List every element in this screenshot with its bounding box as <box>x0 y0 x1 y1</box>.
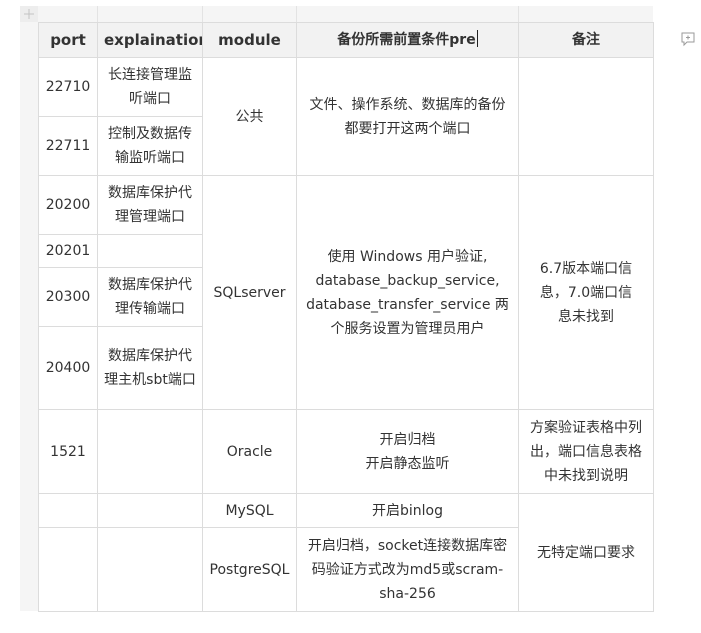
table-row: 22710 长连接管理监听端口 公共 文件、操作系统、数据库的备份都要打开这两个… <box>38 57 654 176</box>
cell-module-public[interactable]: 公共 <box>202 57 297 176</box>
cell-explaination[interactable] <box>97 234 203 268</box>
cell-port[interactable] <box>38 527 98 612</box>
cell-note-mysql-postgresql[interactable]: 无特定端口要求 <box>518 493 654 612</box>
document-page: port explaination module 备份所需前置条件pre 备注 … <box>0 0 701 633</box>
select-table-handle[interactable] <box>20 6 38 22</box>
cell-port[interactable]: 1521 <box>38 409 98 494</box>
table-row: MySQL 开启binlog 无特定端口要求 <box>38 493 654 612</box>
cell-explaination[interactable] <box>97 493 203 528</box>
cell-prereq-mysql[interactable]: 开启binlog <box>296 493 519 528</box>
header-prereq-text: 备份所需前置条件pre <box>337 32 476 48</box>
prereq-line: 开启归档 <box>379 431 436 448</box>
header-prereq[interactable]: 备份所需前置条件pre <box>296 22 519 58</box>
cell-port[interactable]: 22710 <box>38 57 98 117</box>
cell-port[interactable]: 22711 <box>38 116 98 176</box>
cell-port[interactable]: 20200 <box>38 175 98 235</box>
cell-module-sqlserver[interactable]: SQLserver <box>202 175 297 410</box>
cell-module-oracle[interactable]: Oracle <box>202 409 297 494</box>
cell-port[interactable]: 20400 <box>38 326 98 410</box>
table-row: 20200 数据库保护代理管理端口 SQLserver 使用 Windows 用… <box>38 175 654 410</box>
cell-explaination[interactable]: 长连接管理监听端口 <box>97 57 203 117</box>
prereq-line: 开启静态监听 <box>365 455 450 472</box>
header-port[interactable]: port <box>38 22 98 58</box>
cell-port[interactable] <box>38 493 98 528</box>
cell-module-mysql[interactable]: MySQL <box>202 493 297 528</box>
cell-explaination[interactable] <box>97 527 203 612</box>
cell-note-public[interactable] <box>518 57 654 176</box>
header-note[interactable]: 备注 <box>518 22 654 58</box>
cell-note-oracle[interactable]: 方案验证表格中列出，端口信息表格中未找到说明 <box>518 409 654 494</box>
cell-explaination[interactable]: 控制及数据传输监听端口 <box>97 116 203 176</box>
row-handle-bar[interactable] <box>20 22 38 611</box>
cell-prereq-sqlserver[interactable]: 使用 Windows 用户验证, database_backup_service… <box>296 175 519 410</box>
cell-explaination[interactable]: 数据库保护代理主机sbt端口 <box>97 326 203 410</box>
header-row: port explaination module 备份所需前置条件pre 备注 <box>38 22 654 58</box>
column-handle-bar[interactable] <box>38 6 653 22</box>
cell-prereq-public[interactable]: 文件、操作系统、数据库的备份都要打开这两个端口 <box>296 57 519 176</box>
port-requirements-table: port explaination module 备份所需前置条件pre 备注 … <box>38 22 654 612</box>
add-comment-icon[interactable] <box>680 31 696 47</box>
cell-prereq-postgresql[interactable]: 开启归档，socket连接数据库密码验证方式改为md5或scram-sha-25… <box>296 527 519 612</box>
cell-module-postgresql[interactable]: PostgreSQL <box>202 527 297 612</box>
table-row: 1521 Oracle 开启归档 开启静态监听 方案验证表格中列出，端口信息表格… <box>38 409 654 494</box>
cell-explaination[interactable]: 数据库保护代理管理端口 <box>97 175 203 235</box>
text-cursor <box>476 30 478 47</box>
move-handle-icon <box>24 9 34 19</box>
header-module[interactable]: module <box>202 22 297 58</box>
cell-port[interactable]: 20300 <box>38 267 98 327</box>
cell-port[interactable]: 20201 <box>38 234 98 268</box>
cell-prereq-oracle[interactable]: 开启归档 开启静态监听 <box>296 409 519 494</box>
cell-explaination[interactable]: 数据库保护代理传输端口 <box>97 267 203 327</box>
cell-explaination[interactable] <box>97 409 203 494</box>
cell-note-sqlserver[interactable]: 6.7版本端口信息，7.0端口信息未找到 <box>518 175 654 410</box>
header-explaination[interactable]: explaination <box>97 22 203 58</box>
